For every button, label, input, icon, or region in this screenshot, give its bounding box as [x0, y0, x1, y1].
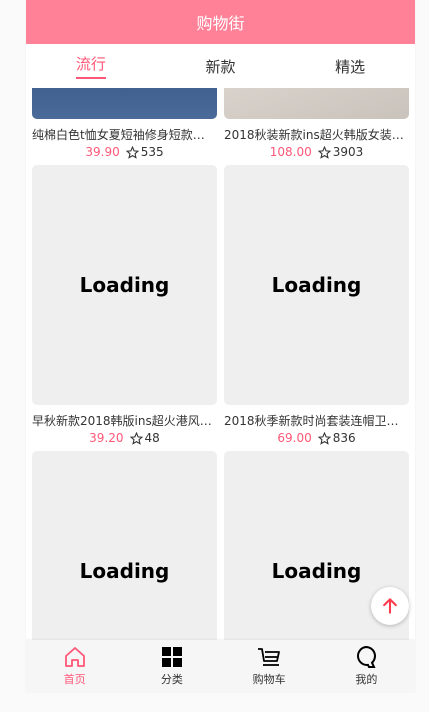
tabbar-item-profile[interactable]: 我的 — [318, 640, 415, 692]
goods-image[interactable]: Loading — [224, 165, 409, 405]
tabbar-item-category[interactable]: 分类 — [123, 640, 220, 692]
collect-count: 836 — [332, 431, 356, 445]
star-icon — [317, 431, 331, 445]
tab-new[interactable]: 新款 — [156, 44, 286, 88]
goods-title: 早秋新款2018韩版ins超火港风… — [32, 414, 212, 428]
star-icon — [317, 145, 331, 159]
goods-collect: 836 — [317, 431, 356, 445]
goods-collect: 3903 — [317, 145, 364, 159]
goods-price: 108.00 — [269, 145, 312, 159]
category-icon — [161, 647, 182, 667]
goods-title: 2018秋季新款时尚套装连帽卫… — [224, 414, 399, 428]
tab-label: 流行 — [75, 53, 106, 79]
tabbar-item-home[interactable]: 首页 — [26, 640, 123, 692]
arrow-up-icon — [383, 598, 397, 614]
collect-count: 3903 — [332, 145, 364, 159]
goods-price: 39.20 — [89, 431, 124, 445]
goods-collect: 535 — [125, 145, 164, 159]
profile-icon — [357, 645, 377, 668]
goods-image[interactable]: Loading — [32, 451, 217, 640]
app-screen: 购物街 流行 新款 精选 纯棉白色t恤女夏短袖修身短款… 39.90 535 2… — [26, 0, 415, 692]
goods-item[interactable]: 纯棉白色t恤女夏短袖修身短款… 39.90 535 — [32, 88, 217, 159]
star-icon — [125, 145, 139, 159]
tabbar-label: 首页 — [63, 673, 86, 686]
goods-info: 39.20 48 — [32, 431, 217, 445]
goods-image[interactable]: Loading — [32, 165, 217, 405]
tabbar-item-cart[interactable]: 购物车 — [221, 640, 318, 692]
collect-count: 535 — [140, 145, 164, 159]
collect-count: 48 — [144, 431, 160, 445]
goods-item[interactable]: Loading — [32, 451, 217, 640]
goods-image[interactable] — [224, 88, 409, 119]
goods-item[interactable]: Loading 2018秋季新款时尚套装连帽卫… 69.00 836 — [224, 165, 409, 445]
tab-label: 精选 — [335, 57, 366, 76]
goods-info: 39.90 535 — [32, 145, 217, 159]
goods-price: 39.90 — [85, 145, 120, 159]
tab-popular[interactable]: 流行 — [26, 44, 156, 88]
goods-item[interactable]: Loading 早秋新款2018韩版ins超火港风… 39.20 48 — [32, 165, 217, 445]
goods-image[interactable] — [32, 88, 217, 119]
cart-icon — [258, 648, 281, 666]
tab-selected[interactable]: 精选 — [285, 44, 415, 88]
goods-title: 纯棉白色t恤女夏短袖修身短款… — [32, 128, 205, 142]
goods-price: 69.00 — [277, 431, 312, 445]
back-top-button[interactable] — [371, 587, 409, 625]
tab-control: 流行 新款 精选 — [26, 44, 415, 88]
star-icon — [129, 431, 143, 445]
goods-collect: 48 — [129, 431, 160, 445]
home-icon — [64, 647, 85, 667]
goods-list[interactable]: 纯棉白色t恤女夏短袖修身短款… 39.90 535 2018秋装新款ins超火韩… — [26, 88, 415, 640]
page-title: 购物街 — [196, 14, 245, 33]
nav-bar: 购物街 — [26, 0, 415, 44]
goods-info: 69.00 836 — [224, 431, 409, 445]
goods-title: 2018秋装新款ins超火韩版女装… — [224, 128, 404, 142]
tabbar-label: 分类 — [160, 673, 183, 686]
goods-info: 108.00 3903 — [224, 145, 409, 159]
goods-item[interactable]: 2018秋装新款ins超火韩版女装… 108.00 3903 — [224, 88, 409, 159]
tabbar-label: 我的 — [355, 673, 378, 686]
tab-label: 新款 — [205, 57, 236, 76]
tab-bar: 首页 分类 购物车 我的 — [26, 640, 415, 692]
tabbar-label: 购物车 — [252, 673, 286, 686]
